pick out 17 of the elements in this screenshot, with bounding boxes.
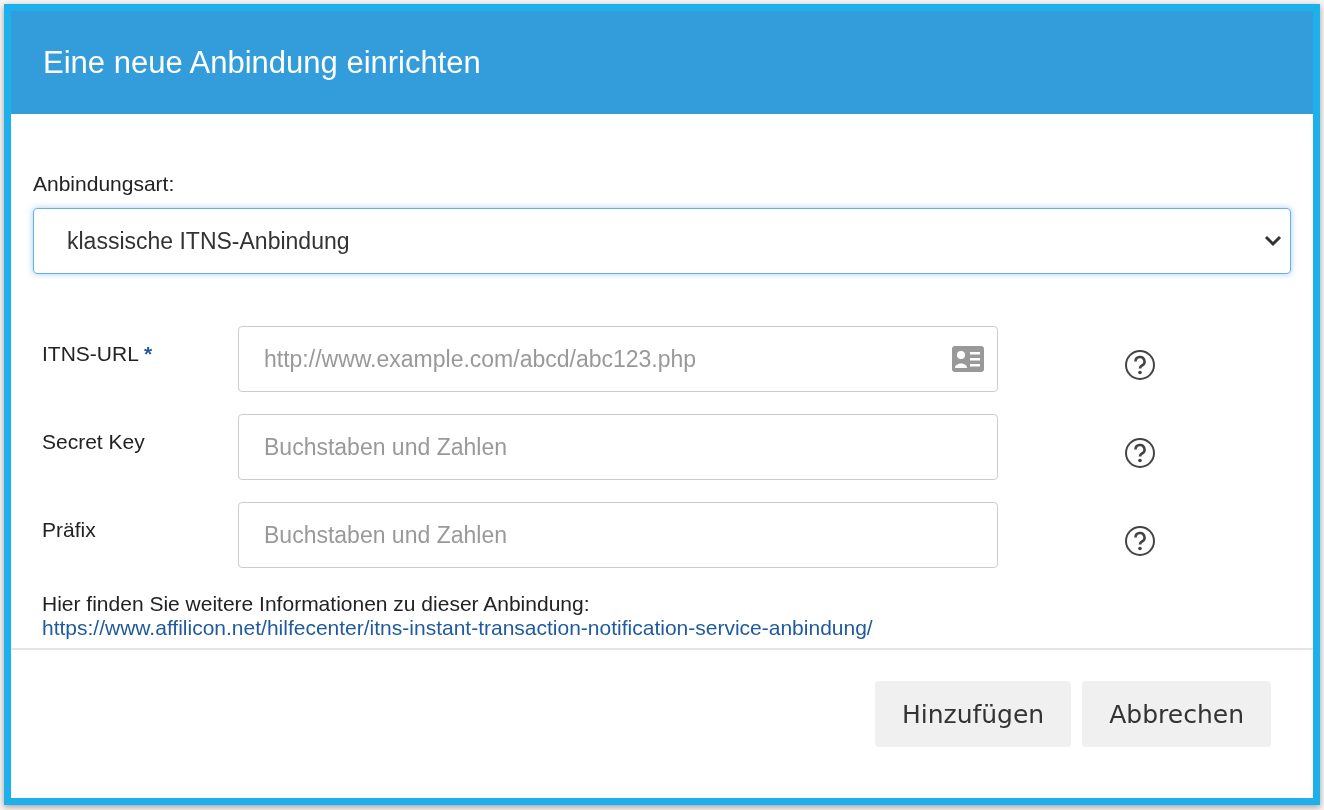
field-label: Anbindungsart: (33, 172, 176, 196)
info-text: Hier finden Sie weitere Informationen zu dieser Anbindung: (42, 592, 591, 616)
field-label: Secret Key (41, 430, 146, 454)
field-label: Präfix (41, 518, 97, 542)
input-field[interactable]: Buchstaben und Zahlen (238, 414, 998, 480)
help-link[interactable]: https://www.affilicon.net/hilfecenter/itns-instant-transaction-notification-service-anbindung/ (42, 616, 1282, 640)
help-icon[interactable] (1124, 437, 1156, 469)
help-icon[interactable] (1124, 349, 1156, 381)
add-button[interactable]: Hinzufügen (874, 681, 1072, 747)
connection-type-select[interactable]: klassische ITNS-Anbindung (33, 208, 1291, 274)
chevron-icon (1264, 235, 1282, 247)
input-field[interactable]: http://www.example.com/abcd/abc123.php (238, 326, 998, 392)
help-icon[interactable] (1124, 525, 1156, 557)
dialog-title: Eine neue Anbindung einrichten (43, 44, 481, 81)
field-label: ITNS-URL * (41, 342, 154, 366)
input-field[interactable]: Buchstaben und Zahlen (238, 502, 998, 568)
cancel-button[interactable]: Abbrechen (1082, 681, 1271, 747)
